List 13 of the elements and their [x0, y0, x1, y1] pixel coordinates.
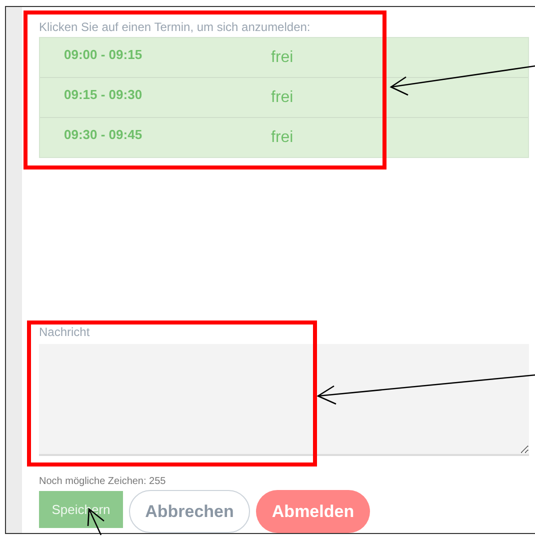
- instruction-text: Klicken Sie auf einen Termin, um sich anzumelden:: [39, 19, 312, 36]
- slot-status: frei: [271, 128, 294, 146]
- message-field[interactable]: [39, 344, 529, 456]
- slot-status: frei: [271, 88, 294, 106]
- slot-status: frei: [271, 48, 294, 66]
- slot-time[interactable]: 09:00 - 09:15: [40, 47, 271, 62]
- slot-time[interactable]: 09:15 - 09:30: [40, 87, 271, 102]
- slot-time[interactable]: 09:30 - 09:45: [40, 127, 271, 142]
- save-button[interactable]: Speichern: [39, 491, 123, 528]
- message-label: Nachricht: [39, 324, 91, 341]
- cancel-button[interactable]: Abbrechen: [129, 490, 250, 533]
- character-counter: Noch mögliche Zeichen: 255: [39, 476, 167, 488]
- sign-out-button[interactable]: Abmelden: [256, 490, 370, 533]
